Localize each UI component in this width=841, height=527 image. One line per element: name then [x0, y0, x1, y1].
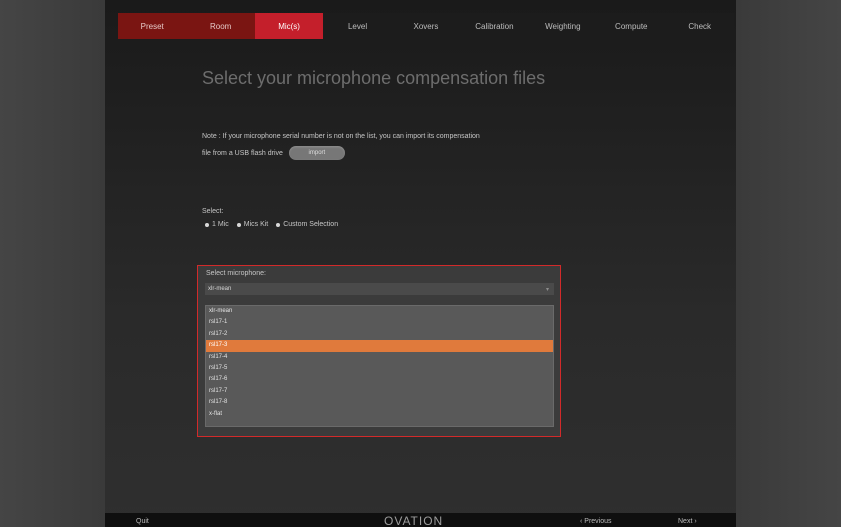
tab-level[interactable]: Level: [323, 13, 391, 39]
chevron-down-icon: ▾: [545, 286, 549, 293]
microphone-list: xlr-mean rsl17-1 rsl17-2 rsl17-3 rsl17-4…: [205, 305, 554, 427]
wizard-tab-bar: Preset Room Mic(s) Level Xovers Calibrat…: [118, 13, 734, 39]
tab-xovers[interactable]: Xovers: [392, 13, 460, 39]
microphone-list-item[interactable]: rsl17-8: [206, 397, 553, 408]
page-title: Select your microphone compensation file…: [202, 68, 546, 88]
tab-weighting[interactable]: Weighting: [529, 13, 597, 39]
microphone-list-item[interactable]: x-flat: [206, 409, 553, 420]
next-button[interactable]: Next ›: [678, 518, 697, 525]
tab-calibration[interactable]: Calibration: [460, 13, 528, 39]
select-mode-label: Select:: [202, 208, 224, 215]
microphone-list-item[interactable]: rsl17-4: [206, 352, 553, 363]
right-side-panel: [736, 0, 841, 527]
previous-button[interactable]: ‹ Previous: [580, 518, 612, 525]
ovation-logo: OVATION: [384, 514, 444, 527]
quit-button[interactable]: Quit: [136, 518, 149, 525]
radio-dot-icon: [276, 222, 281, 227]
note-text-line2-row: file from a USB flash drive import: [202, 145, 662, 162]
microphone-list-item[interactable]: rsl17-2: [206, 329, 553, 340]
microphone-list-item[interactable]: rsl17-1: [206, 317, 553, 328]
left-side-panel: [0, 0, 105, 527]
note-text-line2: file from a USB flash drive: [202, 150, 283, 157]
microphone-list-item-selected[interactable]: rsl17-3: [206, 340, 553, 352]
microphone-list-item[interactable]: xlr-mean: [206, 306, 553, 317]
tab-compute[interactable]: Compute: [597, 13, 665, 39]
radio-mics-kit[interactable]: Mics Kit: [236, 221, 269, 228]
microphone-dropdown[interactable]: xlr-mean ▾: [205, 283, 554, 295]
select-mode-radio-group: 1 Mic Mics Kit Custom Selection: [205, 221, 338, 228]
radio-1-mic[interactable]: 1 Mic: [205, 221, 229, 228]
radio-dot-icon: [205, 222, 209, 227]
tab-mics[interactable]: Mic(s): [254, 13, 324, 39]
import-note: Note : If your microphone serial number …: [202, 128, 662, 162]
microphone-list-item[interactable]: rsl17-6: [206, 374, 553, 385]
radio-dot-icon: [236, 222, 241, 227]
radio-label: Custom Selection: [283, 221, 339, 228]
tab-room[interactable]: Room: [186, 13, 255, 39]
radio-label: 1 Mic: [212, 221, 229, 228]
radio-custom-selection[interactable]: Custom Selection: [276, 221, 338, 228]
microphone-selection-box: Select microphone: xlr-mean ▾ xlr-mean r…: [197, 265, 561, 437]
import-button[interactable]: import: [288, 146, 345, 161]
microphone-list-item[interactable]: rsl17-5: [206, 363, 553, 374]
tab-preset[interactable]: Preset: [118, 13, 187, 39]
microphone-dropdown-value: xlr-mean: [208, 286, 232, 292]
note-text-line1: Note : If your microphone serial number …: [202, 133, 480, 140]
microphone-list-item[interactable]: rsl17-7: [206, 386, 553, 397]
tab-check[interactable]: Check: [666, 13, 734, 39]
select-microphone-label: Select microphone:: [206, 270, 266, 277]
radio-label: Mics Kit: [243, 221, 269, 228]
